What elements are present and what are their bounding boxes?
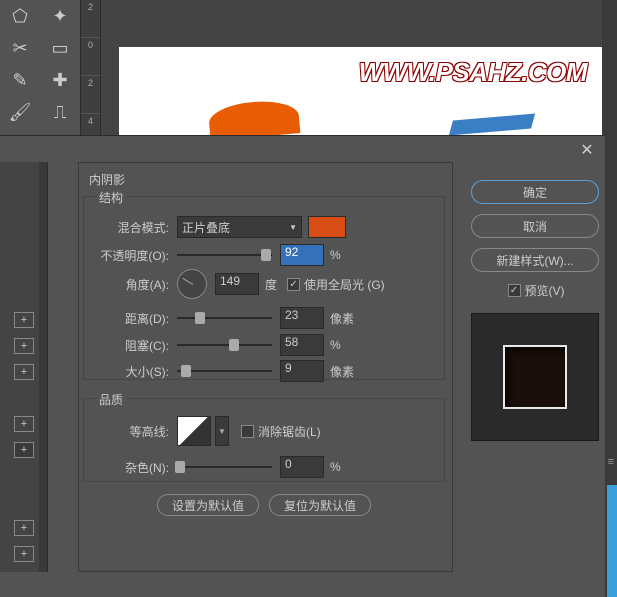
- preview-label: 预览(V): [525, 282, 565, 299]
- add-effect-icon[interactable]: +: [14, 546, 34, 562]
- vertical-ruler: 2 0 2 4: [81, 0, 101, 135]
- contour-picker[interactable]: [177, 416, 211, 446]
- cancel-button[interactable]: 取消: [471, 214, 599, 238]
- close-icon[interactable]: ✕: [577, 140, 597, 160]
- add-effect-icon[interactable]: +: [14, 442, 34, 458]
- distance-label: 距离(D):: [121, 310, 169, 327]
- distance-input[interactable]: 23: [280, 307, 324, 329]
- crop-tool[interactable]: ✂: [0, 32, 40, 64]
- blend-mode-label: 混合模式:: [107, 219, 169, 236]
- slice-tool[interactable]: ▭: [40, 32, 80, 64]
- noise-input[interactable]: 0: [280, 456, 324, 478]
- chevron-down-icon: ▼: [289, 223, 297, 232]
- preview-thumbnail: [503, 345, 567, 409]
- opacity-label: 不透明度(O):: [95, 247, 169, 264]
- distance-slider[interactable]: [177, 317, 272, 319]
- add-effect-icon[interactable]: +: [14, 520, 34, 536]
- contour-dropdown[interactable]: ▼: [215, 416, 229, 446]
- action-panel: 确定 取消 新建样式(W)... ✓ 预览(V): [471, 180, 601, 441]
- global-light-checkbox[interactable]: ✓: [287, 278, 300, 291]
- brush-tool[interactable]: 🖌: [0, 96, 40, 128]
- size-label: 大小(S):: [121, 363, 169, 380]
- blue-strip: [607, 485, 617, 597]
- size-slider[interactable]: [177, 370, 272, 372]
- color-swatch[interactable]: [308, 216, 346, 238]
- canvas-area: WWW.PSAHZ.COM: [101, 0, 602, 135]
- scrollbar[interactable]: [39, 162, 47, 572]
- angle-dial[interactable]: [177, 269, 207, 299]
- blend-mode-select[interactable]: 正片叠底 ▼: [177, 216, 302, 238]
- opacity-slider[interactable]: [177, 254, 272, 256]
- preview-box: [471, 313, 599, 441]
- heal-tool[interactable]: ✚: [40, 64, 80, 96]
- antialias-checkbox[interactable]: [241, 425, 254, 438]
- set-default-button[interactable]: 设置为默认值: [157, 494, 259, 516]
- noise-label: 杂色(N):: [121, 459, 169, 476]
- stamp-tool[interactable]: ⎍: [40, 96, 80, 128]
- choke-slider[interactable]: [177, 344, 272, 346]
- contour-label: 等高线:: [127, 423, 169, 440]
- choke-input[interactable]: 58: [280, 334, 324, 356]
- canvas-document[interactable]: WWW.PSAHZ.COM: [119, 47, 602, 135]
- antialias-label: 消除锯齿(L): [258, 423, 321, 440]
- logo-watermark: WWW.PSAHZ.COM: [359, 57, 587, 88]
- angle-label: 角度(A):: [121, 276, 169, 293]
- add-effect-icon[interactable]: +: [14, 312, 34, 328]
- add-effect-icon[interactable]: +: [14, 416, 34, 432]
- lasso-tool[interactable]: ⬠: [0, 0, 40, 32]
- opacity-input[interactable]: 92: [280, 244, 324, 266]
- styles-list: + + + + + + +: [0, 162, 48, 572]
- reset-default-button[interactable]: 复位为默认值: [269, 494, 371, 516]
- new-style-button[interactable]: 新建样式(W)...: [471, 248, 599, 272]
- preview-checkbox[interactable]: ✓: [508, 284, 521, 297]
- add-effect-icon[interactable]: +: [14, 338, 34, 354]
- global-light-label: 使用全局光 (G): [304, 276, 385, 293]
- noise-slider[interactable]: [177, 466, 272, 468]
- wand-tool[interactable]: ✦: [40, 0, 80, 32]
- blue-shape: [449, 114, 535, 136]
- add-effect-icon[interactable]: +: [14, 364, 34, 380]
- toolbox: ⬠ ✦ ✂ ▭ ✎ ✚ 🖌 ⎍ ◧: [0, 0, 81, 135]
- size-input[interactable]: 9: [280, 360, 324, 382]
- section-title: 内阴影: [89, 171, 125, 188]
- eyedropper-tool[interactable]: ✎: [0, 64, 40, 96]
- angle-input[interactable]: 149: [215, 273, 259, 295]
- ok-button[interactable]: 确定: [471, 180, 599, 204]
- choke-label: 阻塞(C):: [121, 337, 169, 354]
- layer-style-dialog: ✕ + + + + + + + 内阴影 结构 混合模式: 正片叠底 ▼ 不透明度…: [0, 135, 605, 597]
- panel-menu-icon[interactable]: ≡: [608, 456, 614, 468]
- inner-shadow-panel: 内阴影 结构 混合模式: 正片叠底 ▼ 不透明度(O): 92 % 角度(A):…: [78, 162, 453, 572]
